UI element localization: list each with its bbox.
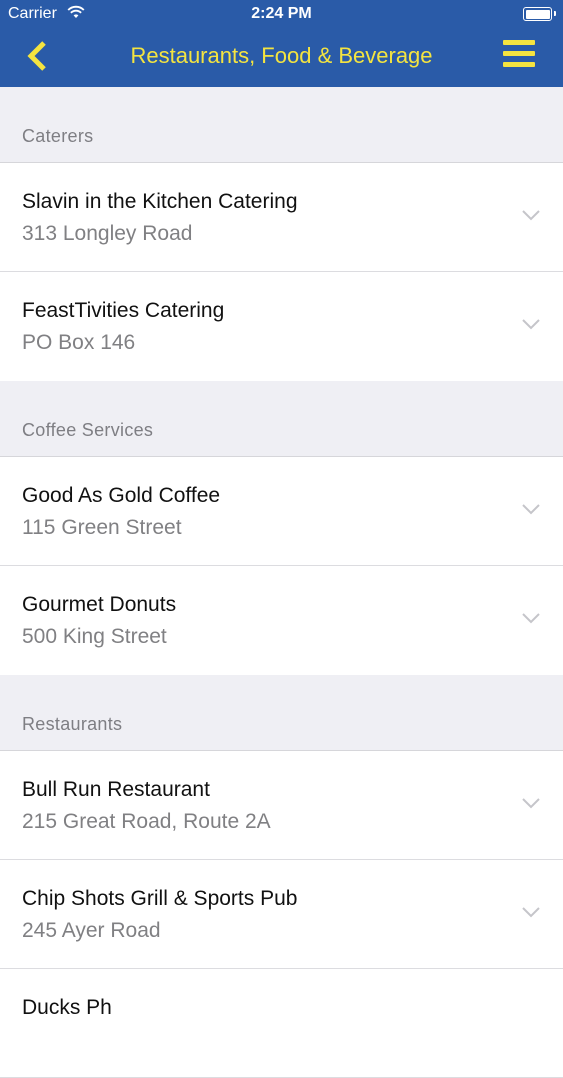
hamburger-icon: [503, 40, 535, 45]
list-item[interactable]: Bull Run Restaurant 215 Great Road, Rout…: [0, 751, 563, 860]
list-item[interactable]: Chip Shots Grill & Sports Pub 245 Ayer R…: [0, 860, 563, 969]
status-bar: Carrier 2:24 PM: [0, 0, 563, 28]
item-name: Bull Run Restaurant: [22, 778, 210, 801]
battery-icon: [523, 7, 556, 21]
chevron-down-icon: [522, 613, 540, 624]
item-address: 500 King Street: [22, 625, 167, 648]
list-item[interactable]: Gourmet Donuts 500 King Street: [0, 566, 563, 675]
page-title: Restaurants, Food & Beverage: [130, 43, 433, 68]
status-time: 2:24 PM: [251, 5, 312, 22]
navigation-bar: Restaurants, Food & Beverage: [0, 28, 563, 87]
list-item[interactable]: FeastTivities Catering PO Box 146: [0, 272, 563, 381]
chevron-down-icon: [522, 319, 540, 330]
section-title: Caterers: [22, 126, 94, 146]
item-address: 245 Ayer Road: [22, 919, 161, 942]
chevron-down-icon: [522, 798, 540, 809]
item-address: PO Box 146: [22, 331, 136, 354]
item-name: Chip Shots Grill & Sports Pub: [22, 887, 298, 910]
chevron-down-icon: [522, 504, 540, 515]
list-item[interactable]: Ducks Ph: [0, 969, 563, 1078]
item-name: Good As Gold Coffee: [22, 484, 221, 507]
chevron-down-icon: [522, 210, 540, 221]
section-title: Restaurants: [22, 714, 123, 734]
item-name: FeastTivities Catering: [22, 299, 225, 322]
item-address: 115 Green Street: [22, 516, 182, 539]
directory-list: Caterers Slavin in the Kitchen Catering …: [0, 87, 563, 1078]
section-header: Restaurants: [0, 675, 563, 751]
top-bar: Carrier 2:24 PM Restaurants, Food & Beve…: [0, 0, 563, 87]
chevron-down-icon: [522, 907, 540, 918]
item-name: Slavin in the Kitchen Catering: [22, 190, 298, 213]
section-title: Coffee Services: [22, 420, 154, 440]
section-header: Coffee Services: [0, 381, 563, 457]
menu-button[interactable]: [503, 40, 539, 72]
item-address: 215 Great Road, Route 2A: [22, 810, 271, 833]
list-item[interactable]: Good As Gold Coffee 115 Green Street: [0, 457, 563, 566]
item-name: Gourmet Donuts: [22, 593, 177, 616]
item-address: 313 Longley Road: [22, 222, 193, 245]
section-header: Caterers: [0, 87, 563, 163]
list-item[interactable]: Slavin in the Kitchen Catering 313 Longl…: [0, 163, 563, 272]
